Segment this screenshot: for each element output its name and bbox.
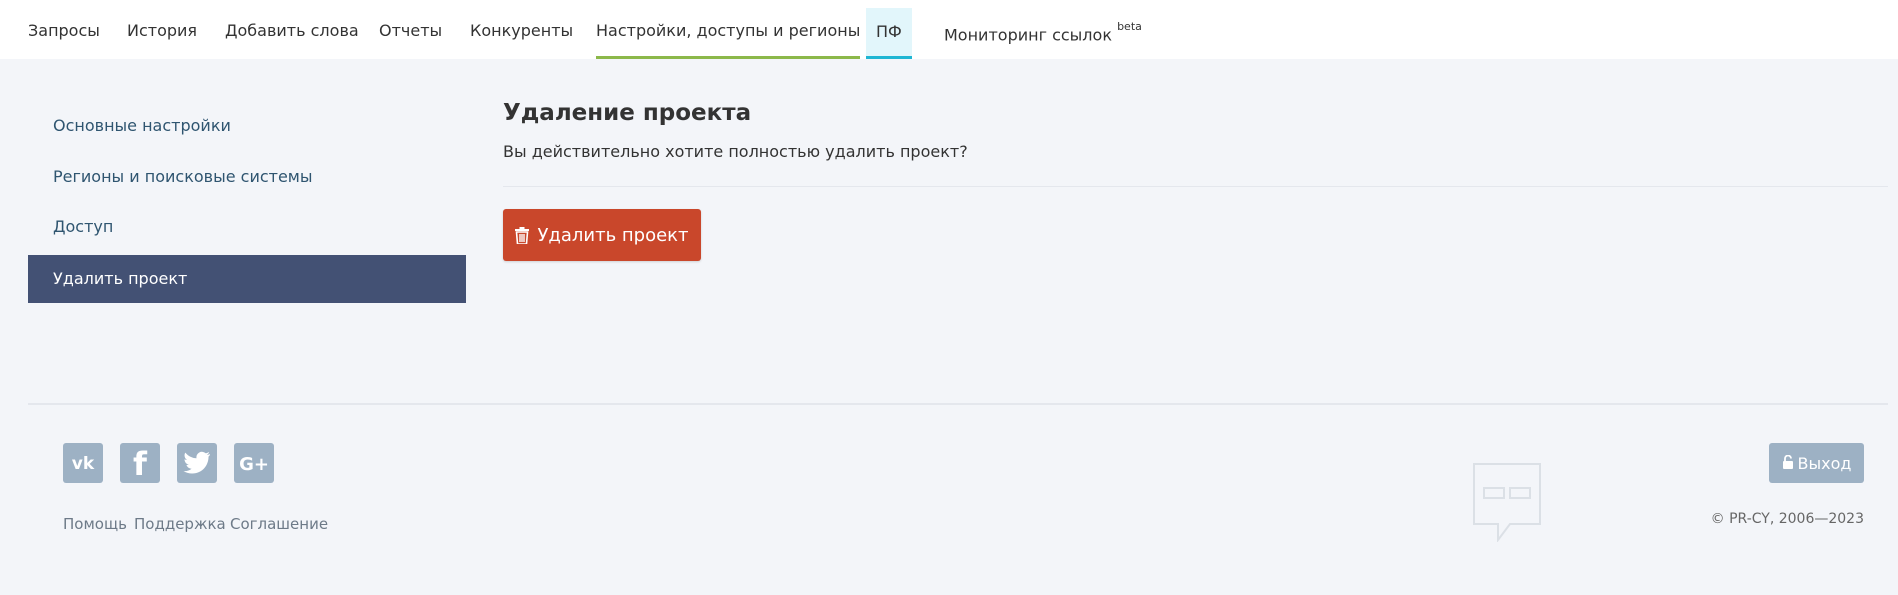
- partnerkin-watermark: [1470, 460, 1544, 542]
- sidebar-item-basic-settings[interactable]: Основные настройки: [28, 102, 466, 150]
- confirm-question: Вы действительно хотите полностью удалит…: [503, 142, 968, 161]
- tab-reports[interactable]: Отчеты: [379, 0, 442, 59]
- tab-link-monitoring[interactable]: Мониторинг ссылок beta: [944, 0, 1142, 59]
- google-plus-icon[interactable]: G+: [234, 443, 274, 483]
- facebook-icon[interactable]: f: [120, 443, 160, 483]
- page-title: Удаление проекта: [503, 100, 752, 126]
- copyright: © PR-CY, 2006—2023: [1710, 511, 1864, 527]
- divider: [503, 186, 1888, 187]
- sidebar-item-access[interactable]: Доступ: [28, 203, 466, 251]
- logout-label: Выход: [1797, 453, 1852, 473]
- help-link[interactable]: Помощь: [63, 515, 127, 533]
- tab-history[interactable]: История: [127, 0, 197, 59]
- tab-queries[interactable]: Запросы: [28, 0, 100, 59]
- tab-label: История: [127, 21, 198, 40]
- tab-pf[interactable]: ПФ: [866, 8, 912, 59]
- tab-label: Запросы: [28, 21, 100, 40]
- sidebar-item-label: Удалить проект: [53, 269, 188, 288]
- logout-button[interactable]: Выход: [1769, 443, 1864, 483]
- vk-icon[interactable]: vk: [63, 443, 103, 483]
- sidebar-item-label: Основные настройки: [53, 116, 231, 135]
- top-navigation: Запросы История Добавить слова Отчеты Ко…: [0, 0, 1898, 59]
- tab-add-words[interactable]: Добавить слова: [225, 0, 359, 59]
- delete-project-button[interactable]: Удалить проект: [503, 209, 701, 261]
- tab-settings[interactable]: Настройки, доступы и регионы: [596, 0, 861, 59]
- tab-label: Добавить слова: [225, 21, 359, 40]
- unlock-icon: [1782, 454, 1794, 473]
- trash-icon: [515, 226, 530, 244]
- tab-label: ПФ: [876, 22, 902, 41]
- delete-button-label: Удалить проект: [537, 224, 689, 246]
- tab-label: Отчеты: [379, 21, 443, 40]
- beta-badge: beta: [1117, 20, 1142, 33]
- sidebar-item-regions[interactable]: Регионы и поисковые системы: [28, 153, 466, 201]
- sidebar-item-label: Доступ: [53, 217, 114, 236]
- tab-label: Мониторинг ссылок: [944, 25, 1112, 45]
- sidebar-item-label: Регионы и поисковые системы: [53, 167, 313, 186]
- tab-competitors[interactable]: Конкуренты: [470, 0, 573, 59]
- svg-text:f: f: [133, 447, 148, 479]
- tab-label: Настройки, доступы и регионы: [596, 21, 861, 40]
- agreement-link[interactable]: Соглашение: [230, 515, 328, 533]
- svg-text:vk: vk: [72, 454, 95, 472]
- sidebar-item-delete-project[interactable]: Удалить проект: [28, 255, 466, 303]
- support-link[interactable]: Поддержка: [134, 515, 226, 533]
- twitter-icon[interactable]: [177, 443, 217, 483]
- svg-text:G+: G+: [239, 454, 269, 473]
- tab-label: Конкуренты: [470, 21, 574, 40]
- footer-divider: [28, 403, 1888, 405]
